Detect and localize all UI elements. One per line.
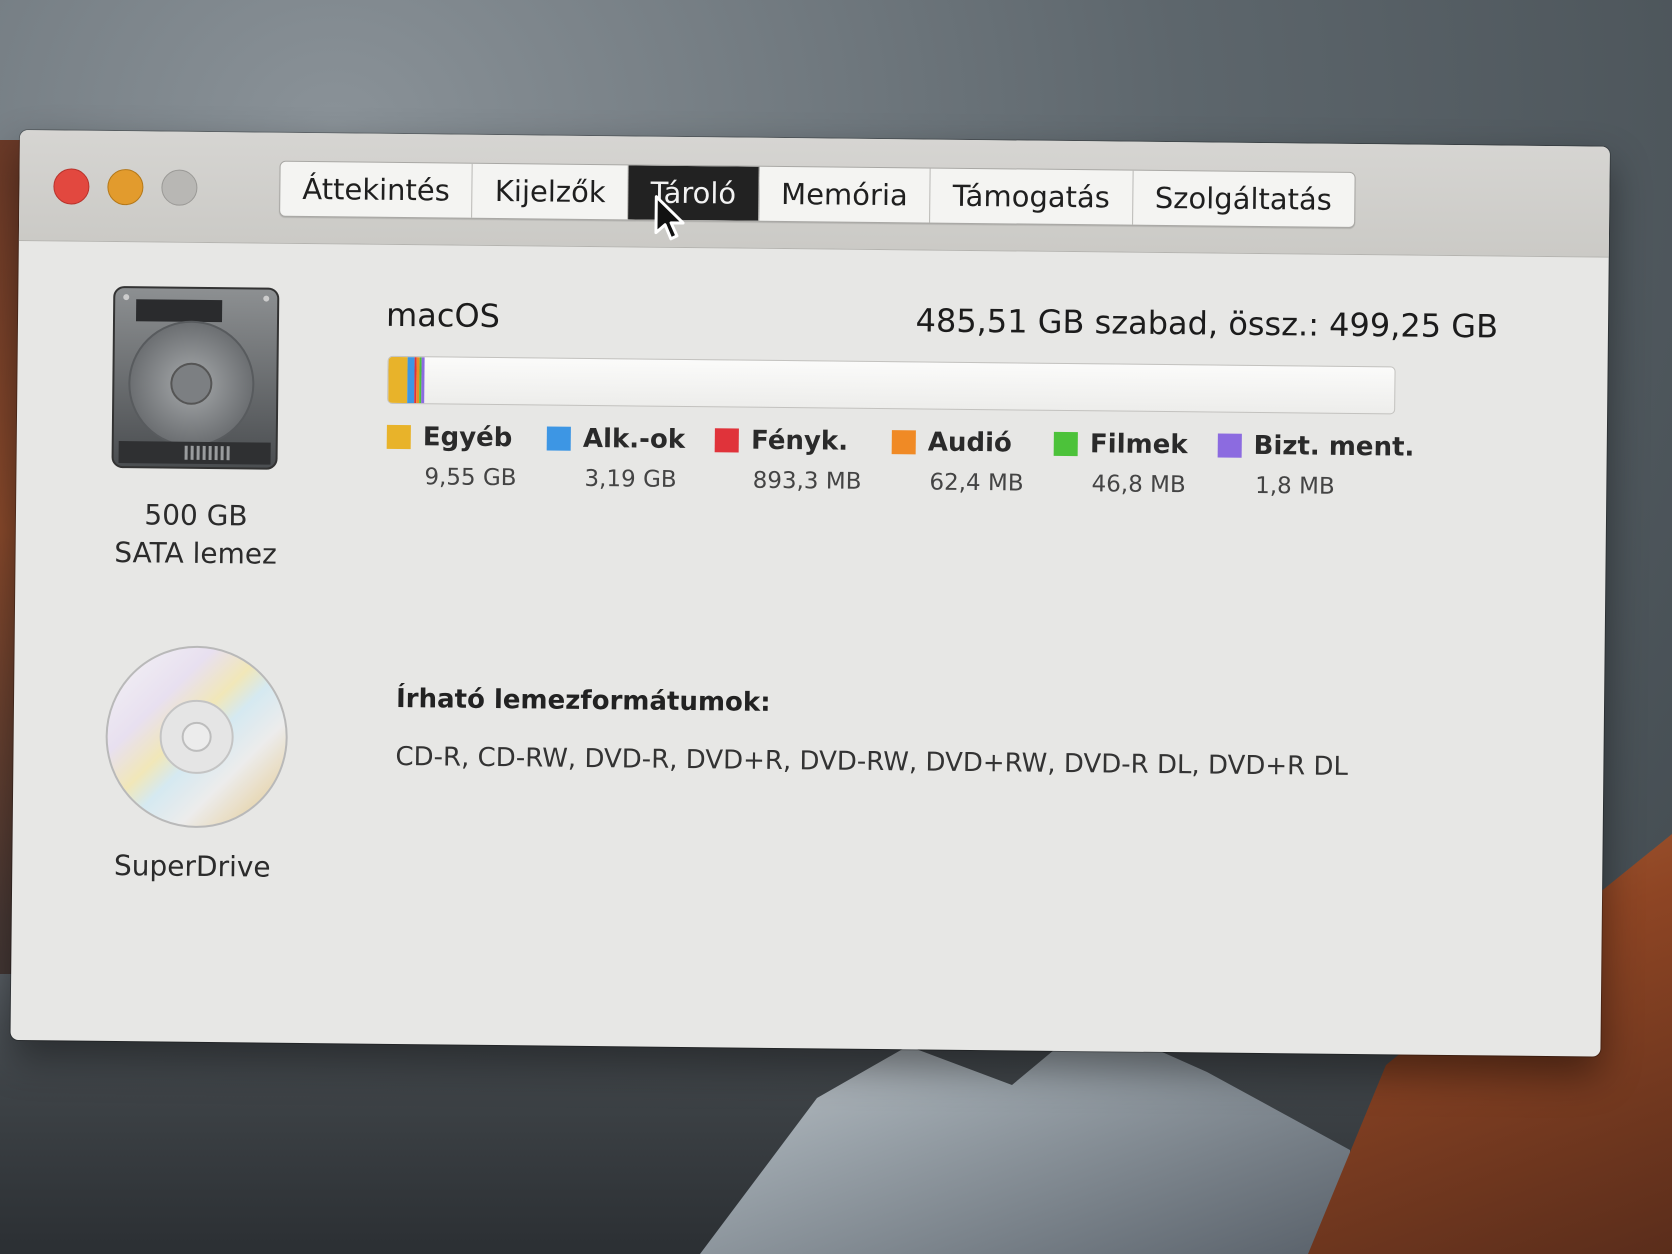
tab-service[interactable]: Szolgáltatás (1133, 171, 1355, 227)
hdd-type: SATA lemez (114, 536, 277, 571)
legend-label: Fényk. (750, 425, 849, 457)
legend-label: Bizt. ment. (1253, 430, 1415, 463)
tab-bar: Áttekintés Kijelzők Tároló Memória Támog… (279, 160, 1356, 228)
legend-size: 893,3 MB (752, 467, 862, 495)
swatch-photos (714, 428, 740, 453)
volume-space-summary: 485,51 GB szabad, össz.: 499,25 GB (915, 301, 1499, 346)
storage-pane: 500 GB SATA lemez SuperDrive macOS 485,5… (10, 240, 1608, 1057)
legend-label: Filmek (1089, 429, 1188, 461)
legend-size: 3,19 GB (584, 465, 677, 493)
legend-label: Alk.-ok (582, 423, 686, 455)
close-button[interactable] (53, 168, 90, 205)
title-bar: Áttekintés Kijelzők Tároló Memória Támog… (18, 130, 1610, 258)
hard-drive-icon (111, 286, 280, 470)
storage-usage-bar (387, 355, 1396, 415)
writable-formats-title: Írható lemezformátumok: (395, 683, 771, 718)
tab-displays[interactable]: Kijelzők (472, 163, 629, 220)
swatch-movies (1053, 431, 1079, 457)
swatch-apps (546, 426, 572, 451)
writable-formats-list: CD-R, CD-RW, DVD-R, DVD+R, DVD-RW, DVD+R… (395, 741, 1349, 782)
hdd-capacity: 500 GB (144, 498, 248, 533)
legend-size: 9,55 GB (424, 464, 517, 492)
superdrive-caption: SuperDrive (113, 849, 271, 884)
optical-disc-icon (105, 645, 288, 828)
hdd-caption: 500 GB SATA lemez (75, 496, 316, 575)
storage-legend: Egyéb 9,55 GB Alk.-ok 3,19 GB Fényk. 893… (386, 422, 1444, 501)
tab-support[interactable]: Támogatás (930, 168, 1134, 225)
mouse-pointer-icon (654, 195, 685, 241)
legend-item-audio: Audió 62,4 MB (891, 427, 1024, 497)
tab-storage[interactable]: Tároló (628, 165, 760, 221)
about-this-mac-window: Áttekintés Kijelzők Tároló Memória Támog… (10, 130, 1610, 1057)
swatch-backups (1217, 433, 1242, 458)
legend-size: 46,8 MB (1091, 471, 1186, 499)
legend-item-apps: Alk.-ok 3,19 GB (546, 424, 685, 493)
legend-item-photos: Fényk. 893,3 MB (714, 425, 862, 495)
minimize-button[interactable] (107, 168, 144, 206)
bar-segment (388, 356, 408, 404)
legend-label: Egyéb (422, 422, 513, 454)
bar-segment (421, 357, 425, 404)
legend-size: 62,4 MB (929, 469, 1024, 497)
legend-label: Audió (927, 427, 1013, 459)
tab-memory[interactable]: Memória (758, 166, 932, 223)
legend-size: 1,8 MB (1255, 472, 1335, 500)
legend-item-movies: Filmek 46,8 MB (1053, 429, 1188, 499)
legend-item-backups: Bizt. ment. 1,8 MB (1217, 430, 1415, 501)
legend-item-other: Egyéb 9,55 GB (386, 422, 517, 491)
swatch-audio (891, 430, 916, 455)
swatch-other (386, 424, 411, 450)
volume-name: macOS (385, 295, 501, 336)
tab-overview[interactable]: Áttekintés (280, 161, 474, 218)
zoom-button[interactable] (161, 169, 198, 206)
